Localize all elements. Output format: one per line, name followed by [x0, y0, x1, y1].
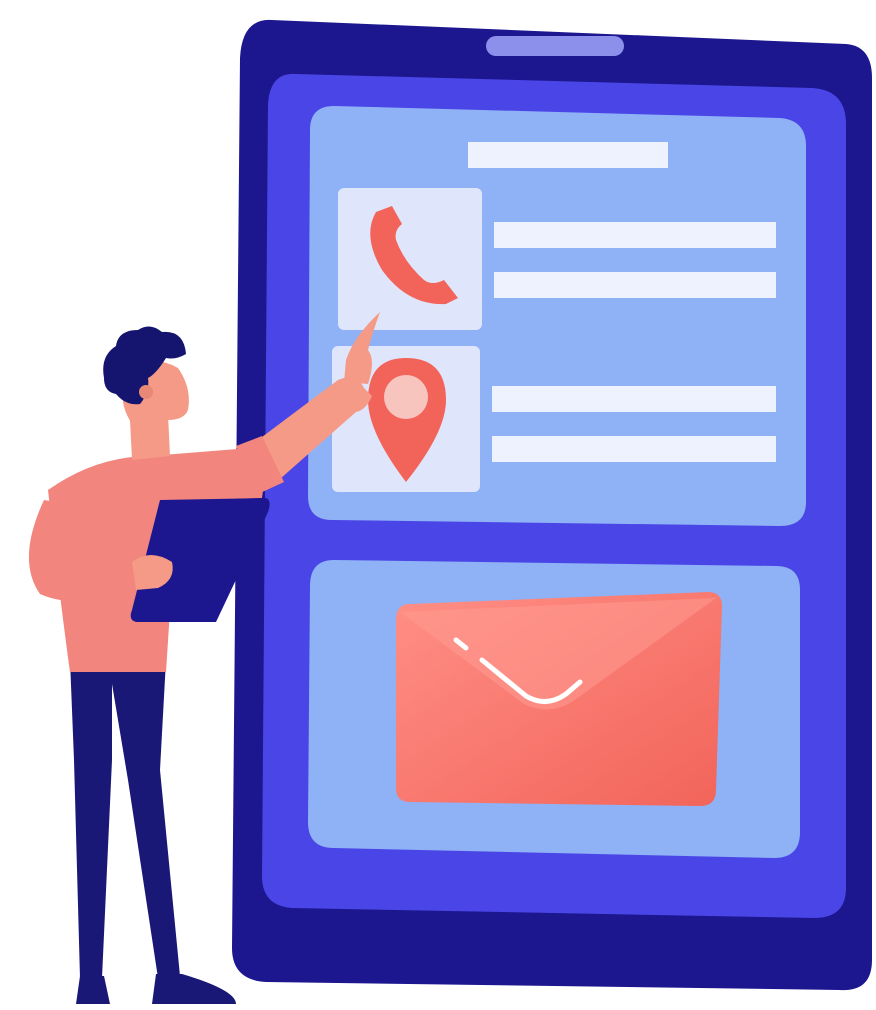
contact-card	[308, 106, 806, 526]
person-ear	[139, 385, 153, 399]
home-button-icon	[486, 36, 624, 56]
phone-detail-line-1	[494, 222, 776, 248]
person-left-shoe	[76, 976, 110, 1004]
contact-illustration	[0, 0, 876, 1010]
mail-card	[308, 560, 800, 858]
phone-tile	[338, 188, 482, 330]
person-right-leg	[108, 660, 180, 978]
card-title-line	[468, 142, 668, 168]
location-detail-line-1	[492, 386, 776, 412]
map-pin-center	[384, 375, 428, 419]
person-right-shoe	[152, 974, 236, 1004]
location-detail-line-2	[492, 436, 776, 462]
phone-detail-line-2	[494, 272, 776, 298]
person-left-leg	[70, 660, 112, 978]
illustration-canvas	[28, 19, 872, 1004]
